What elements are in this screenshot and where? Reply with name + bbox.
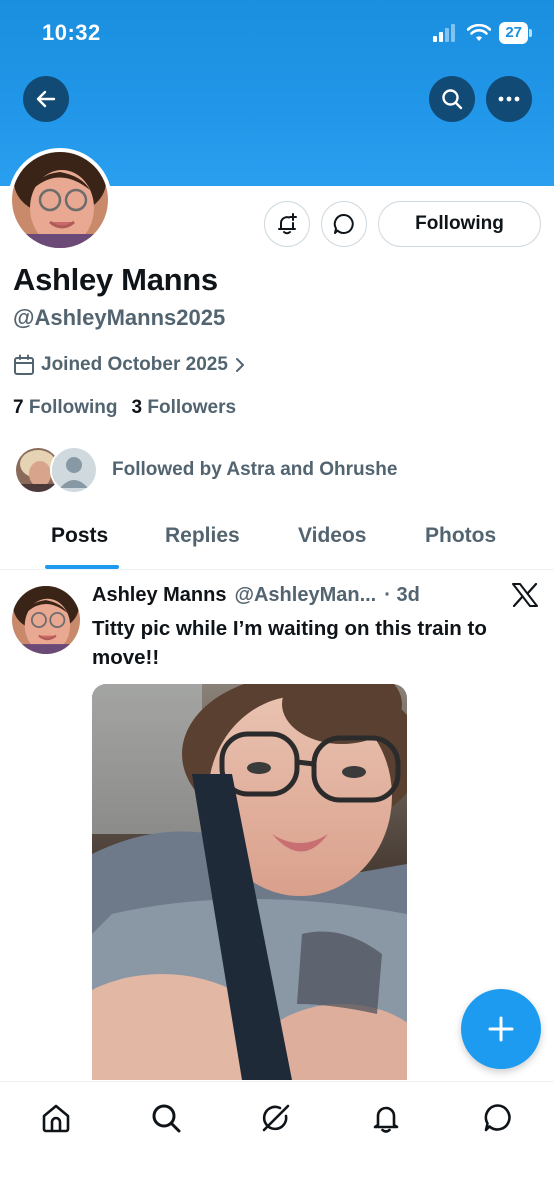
active-tab-indicator: [45, 565, 119, 569]
followed-by[interactable]: Followed by Astra and Ohrushe: [14, 446, 397, 494]
nav-grok[interactable]: [258, 1100, 294, 1136]
bell-icon: [373, 1106, 399, 1133]
chevron-right-icon: [235, 358, 244, 372]
tab-videos[interactable]: Videos: [298, 524, 366, 548]
post-text: Titty pic while I’m waiting on this trai…: [92, 617, 487, 669]
profile-handle: @AshleyManns2025: [13, 305, 226, 330]
following-count: 7: [13, 397, 24, 418]
profile-avatar[interactable]: [8, 148, 112, 252]
bell-plus-icon: [278, 213, 297, 235]
calendar-icon: [14, 354, 34, 375]
message-button[interactable]: [321, 201, 367, 247]
follow-counts: 7 Following 3 Followers: [13, 397, 236, 419]
followed-by-text: Followed by Astra and Ohrushe: [112, 459, 398, 480]
x-logo-icon: [512, 582, 538, 612]
plus-icon: [488, 1016, 514, 1042]
followers-label: Followers: [147, 397, 237, 418]
joined-text: Joined October 2025: [41, 354, 228, 375]
tab-posts[interactable]: Posts: [51, 524, 108, 548]
message-icon: [333, 213, 354, 234]
more-button[interactable]: [486, 76, 532, 122]
bottom-nav: [0, 1081, 554, 1200]
nav-notifications[interactable]: [368, 1100, 404, 1136]
search-icon: [152, 1104, 181, 1133]
post-image[interactable]: [92, 684, 407, 1080]
notify-button[interactable]: [264, 201, 310, 247]
back-arrow-icon: [36, 90, 56, 108]
status-icons: 27: [433, 22, 532, 44]
post-author-name[interactable]: Ashley Manns: [92, 584, 226, 607]
post-avatar[interactable]: [12, 586, 80, 654]
nav-home[interactable]: [38, 1100, 74, 1136]
grok-icon: [262, 1104, 290, 1132]
post-time: · 3d: [384, 584, 420, 606]
more-icon: [498, 96, 520, 102]
profile-tabs: Posts Replies Videos Photos: [0, 512, 554, 570]
search-button[interactable]: [429, 76, 475, 122]
search-icon: [442, 89, 463, 110]
joined-date[interactable]: Joined October 2025: [13, 354, 246, 376]
post-author-handle: @AshleyMan...: [234, 584, 377, 606]
nav-search[interactable]: [148, 1100, 184, 1136]
followers-count: 3: [131, 397, 143, 418]
display-name: Ashley Manns: [13, 262, 218, 297]
followers-count-link[interactable]: 3 Followers: [132, 397, 237, 419]
home-icon: [42, 1104, 70, 1133]
tab-photos[interactable]: Photos: [425, 524, 496, 548]
signal-icon: [433, 24, 456, 42]
battery-icon: 27: [499, 22, 532, 44]
tab-replies[interactable]: Replies: [165, 524, 240, 548]
following-label: Following: [28, 397, 118, 418]
status-time: 10:32: [42, 20, 101, 45]
following-count-link[interactable]: 7 Following: [13, 397, 118, 419]
post-header: Ashley Manns @AshleyMan... · 3d: [92, 584, 420, 607]
nav-messages[interactable]: [480, 1100, 516, 1136]
follower-avatar-ohrushe: [50, 446, 98, 494]
following-button[interactable]: Following: [378, 201, 541, 247]
back-button[interactable]: [23, 76, 69, 122]
messages-icon: [484, 1104, 511, 1132]
compose-button[interactable]: [461, 989, 541, 1069]
wifi-icon: [467, 24, 492, 41]
